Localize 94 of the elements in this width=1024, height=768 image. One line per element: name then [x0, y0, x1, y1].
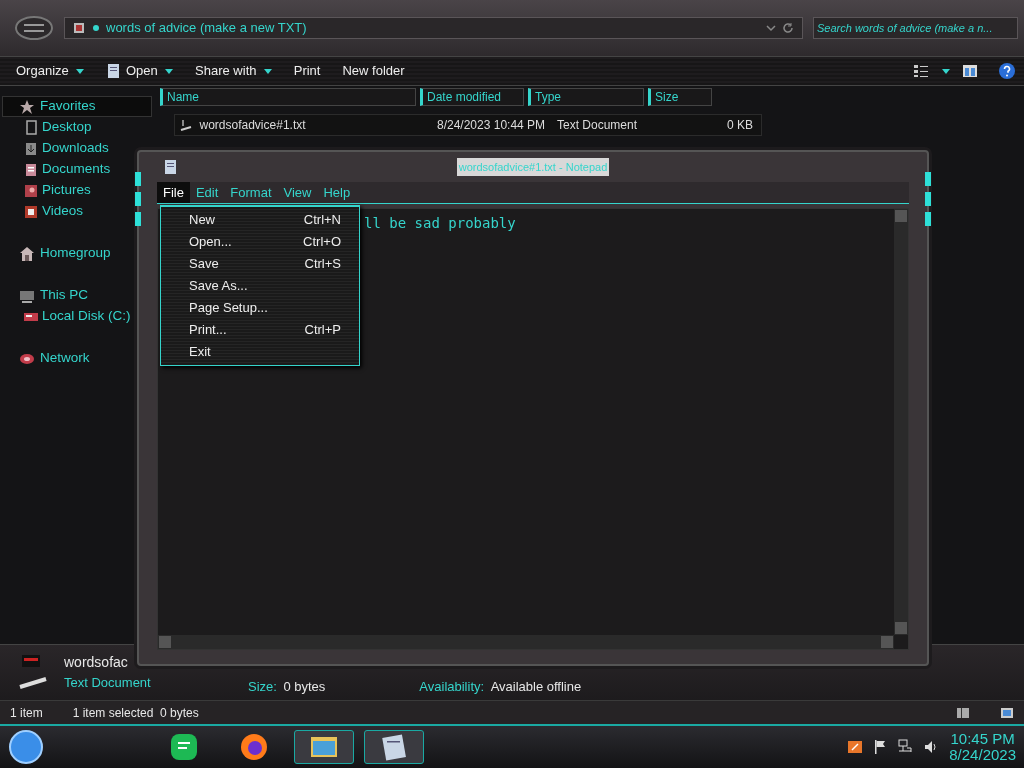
sidebar-item[interactable]: Desktop	[2, 117, 94, 138]
horizontal-scrollbar[interactable]	[158, 635, 894, 649]
menu-option[interactable]: Save Ctrl+S	[161, 253, 359, 275]
refresh-icon[interactable]	[782, 22, 794, 34]
menu-option[interactable]: Open... Ctrl+O	[161, 231, 359, 253]
vertical-scrollbar[interactable]	[894, 209, 908, 635]
menu-item[interactable]: Edit	[189, 181, 225, 204]
menu-option[interactable]: Print... Ctrl+P	[161, 319, 359, 341]
browser-icon	[238, 731, 270, 763]
file-name: wordsofac	[64, 653, 129, 673]
column-header[interactable]: Name	[160, 88, 416, 106]
toolbar-button[interactable]: Open	[98, 59, 182, 83]
table-cell-text: 8/24/2023 10:44 PM	[437, 117, 547, 134]
caret-icon[interactable]	[941, 68, 950, 74]
clock[interactable]: 10:45 PM 8/24/2023	[949, 730, 1016, 764]
caret-icon	[263, 68, 272, 74]
tiles-view-icon[interactable]	[1000, 706, 1014, 719]
help-icon[interactable]	[998, 62, 1016, 80]
menu-item[interactable]: File	[157, 181, 190, 204]
sidebar-item[interactable]: Videos	[2, 201, 86, 222]
selection-info: 1 item selected 0 bytes	[72, 704, 199, 722]
download-icon	[23, 140, 39, 157]
table-cell-text: 0 KB	[727, 117, 753, 134]
film-icon	[23, 203, 39, 220]
indicator-light	[925, 192, 931, 206]
column-header[interactable]: Size	[648, 88, 712, 106]
file-row[interactable]: wordsofadvice#1.txt 8/24/2023 10:44 PM Text Document 0 KB	[174, 114, 762, 136]
preview-pane-icon[interactable]	[962, 64, 978, 78]
image-icon	[23, 182, 39, 199]
sidebar-item[interactable]: Local Disk (C:)	[2, 306, 133, 327]
notepad-icon	[106, 63, 122, 79]
field-value: Available offline	[490, 678, 582, 697]
flag-icon[interactable]	[873, 739, 888, 755]
field-label: Size:	[248, 678, 277, 697]
network-icon[interactable]	[897, 739, 914, 755]
sidebar-item[interactable]: Documents	[2, 159, 113, 180]
indicator-light	[135, 192, 141, 206]
menu-option[interactable]: Exit	[161, 341, 359, 363]
folder-icon	[73, 22, 85, 34]
menu-option[interactable]: Save As...	[161, 275, 359, 297]
sidebar-item[interactable]: Network	[2, 348, 92, 369]
table-cell-text: Text Document	[557, 117, 639, 134]
page-icon	[23, 119, 39, 136]
taskbar-button[interactable]	[294, 730, 354, 764]
indicator-light	[925, 212, 931, 226]
search-field[interactable]: Search words of advice (make a n...	[813, 17, 1018, 39]
file-icon	[179, 118, 193, 132]
menu-option[interactable]: Page Setup...	[161, 297, 359, 319]
star-icon	[19, 98, 35, 115]
dot-icon	[91, 24, 100, 32]
menu-item[interactable]: View	[277, 181, 318, 204]
view-icon[interactable]	[913, 64, 929, 78]
toolbar-button[interactable]: Share with	[187, 59, 280, 83]
details-view-icon[interactable]	[956, 706, 970, 719]
window-title: wordsofadvice#1.txt - Notepad	[456, 157, 610, 177]
back-button[interactable]	[14, 14, 54, 42]
menu-item[interactable]: Help	[317, 181, 357, 204]
toolbar-button[interactable]: Organize	[8, 59, 92, 83]
column-header[interactable]: Date modified	[420, 88, 524, 106]
column-header[interactable]: Type	[528, 88, 644, 106]
shortcut-label: Ctrl+O	[303, 233, 341, 252]
shortcut-label: Ctrl+N	[303, 211, 341, 230]
file-type: Text Document	[64, 674, 152, 693]
indicator-light	[925, 172, 931, 186]
sidebar-item[interactable]: Favorites	[2, 96, 152, 117]
caret-icon	[165, 68, 174, 74]
item-count: 1 item	[10, 704, 43, 722]
tray-app-icon[interactable]	[847, 739, 864, 755]
taskbar-button[interactable]	[364, 730, 424, 764]
menu-item[interactable]: Format	[224, 181, 278, 204]
sidebar-item[interactable]: This PC	[2, 285, 90, 306]
address-path: words of advice (make a new TXT)	[106, 19, 308, 38]
house-icon	[19, 245, 35, 262]
address-bar[interactable]: words of advice (make a new TXT)	[64, 17, 803, 39]
shortcut-label: Ctrl+P	[304, 321, 341, 340]
shortcut-label: Ctrl+S	[304, 255, 341, 274]
toolbar-button[interactable]: Print	[285, 59, 329, 83]
start-button[interactable]	[8, 729, 44, 765]
indicator-light	[135, 172, 141, 186]
sidebar-item[interactable]: Pictures	[2, 180, 93, 201]
sidebar-item[interactable]: Homegroup	[2, 243, 113, 264]
chevron-down-icon[interactable]	[765, 24, 776, 32]
sidebar-item[interactable]: Downloads	[2, 138, 111, 159]
document-icon	[23, 161, 39, 178]
indicator-light	[135, 212, 141, 226]
menu-option[interactable]: New Ctrl+N	[161, 209, 359, 231]
field-label: Availability:	[419, 678, 485, 697]
field-value: 0 bytes	[283, 678, 326, 697]
file-name: wordsofadvice#1.txt	[199, 117, 306, 134]
chat-app-icon	[168, 731, 200, 763]
caret-icon	[76, 68, 84, 74]
toolbar-button[interactable]: New folder	[334, 59, 413, 83]
document-text: ll be sad probably	[364, 214, 516, 233]
notepad-icon	[163, 159, 177, 175]
